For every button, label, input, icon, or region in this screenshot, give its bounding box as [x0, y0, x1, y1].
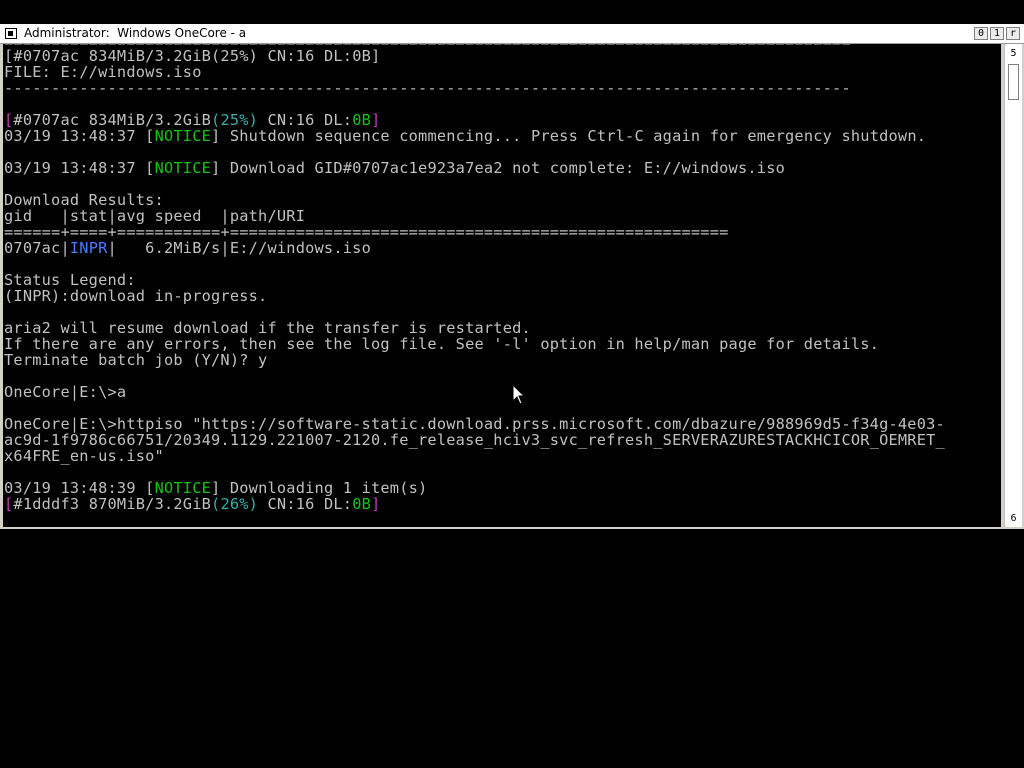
results-title: Download Results:: [4, 191, 164, 209]
log-message: ] Download GID#0707ac1e923a7ea2 not comp…: [211, 159, 786, 177]
notice-line: 03/19 13:48:39 [NOTICE] Downloading 1 it…: [4, 480, 427, 496]
vertical-scrollbar[interactable]: 5 6: [1004, 44, 1022, 527]
results-separator: ======+====+===========+================…: [4, 223, 729, 241]
resume-message: aria2 will resume download if the transf…: [4, 319, 531, 337]
progress-gid: #1dddf3 870MiB/3.2GiB: [13, 495, 212, 513]
window-controls: 0 1 r: [974, 27, 1020, 40]
progress-connections: CN:16 DL:: [258, 495, 353, 513]
log-timestamp: 03/19 13:48:37 [: [4, 127, 155, 145]
progress-download-speed: 0B: [352, 495, 372, 513]
scroll-down-button[interactable]: 6: [1005, 511, 1022, 527]
notice-tag: NOTICE: [154, 127, 212, 145]
result-status: INPR: [69, 239, 108, 257]
window-title: Administrator: Windows OneCore - a: [24, 26, 247, 40]
console-output[interactable]: ========================================…: [3, 44, 1001, 527]
result-gid: 0707ac|: [4, 239, 70, 257]
errors-message: If there are any errors, then see the lo…: [4, 335, 880, 353]
progress-line: [#0707ac 834MiB/3.2GiB(25%) CN:16 DL:0B]: [4, 48, 380, 64]
legend-item: (INPR):download in-progress.: [4, 287, 268, 305]
console-app-icon[interactable]: [5, 28, 17, 39]
command-line: OneCore|E:\>httpiso "https://software-st…: [4, 415, 945, 433]
maximize-button[interactable]: 1: [990, 27, 1004, 40]
results-header: gid |stat|avg speed |path/URI: [4, 207, 306, 225]
minimize-button[interactable]: 0: [974, 27, 988, 40]
progress-percent: (26%): [211, 495, 259, 513]
notice-line: 03/19 13:48:37 [NOTICE] Download GID#070…: [4, 160, 785, 176]
results-row: 0707ac|INPR| 6.2MiB/s|E://windows.iso: [4, 240, 371, 256]
console-window[interactable]: Administrator: Windows OneCore - a 0 1 r…: [0, 24, 1024, 529]
close-button[interactable]: r: [1006, 27, 1020, 40]
log-timestamp: 03/19 13:48:37 [: [4, 159, 155, 177]
command-line-wrap: x64FRE_en-us.iso": [4, 447, 164, 465]
scroll-thumb[interactable]: [1008, 64, 1019, 100]
progress-line-colored: [#0707ac 834MiB/3.2GiB(25%) CN:16 DL:0B]: [4, 112, 380, 128]
shell-prompt: OneCore|E:\>a: [4, 383, 127, 401]
file-line: FILE: E://windows.iso: [4, 63, 202, 81]
notice-line: 03/19 13:48:37 [NOTICE] Shutdown sequenc…: [4, 128, 926, 144]
bracket-close: ]: [371, 495, 381, 513]
mouse-pointer-icon: [512, 384, 526, 405]
command-line-wrap: ac9d-1f9786c66751/20349.1129.221007-2120…: [4, 431, 945, 449]
progress-line-colored: [#1dddf3 870MiB/3.2GiB(26%) CN:16 DL:0B]: [4, 496, 380, 512]
progress-connections: CN:16: [267, 47, 315, 65]
bracket-open: [: [4, 495, 14, 513]
scroll-track[interactable]: [1005, 102, 1022, 512]
scroll-up-button[interactable]: 5: [1005, 46, 1022, 62]
terminate-prompt: Terminate batch job (Y/N)? y: [4, 351, 268, 369]
progress-download-speed: DL:0B]: [323, 47, 381, 65]
result-details: | 6.2MiB/s|E://windows.iso: [107, 239, 371, 257]
notice-tag: NOTICE: [154, 159, 212, 177]
log-message: ] Shutdown sequence commencing... Press …: [211, 127, 927, 145]
legend-title: Status Legend:: [4, 271, 136, 289]
title-bar[interactable]: Administrator: Windows OneCore - a 0 1 r: [0, 24, 1024, 44]
separator-dash: ----------------------------------------…: [4, 79, 851, 97]
